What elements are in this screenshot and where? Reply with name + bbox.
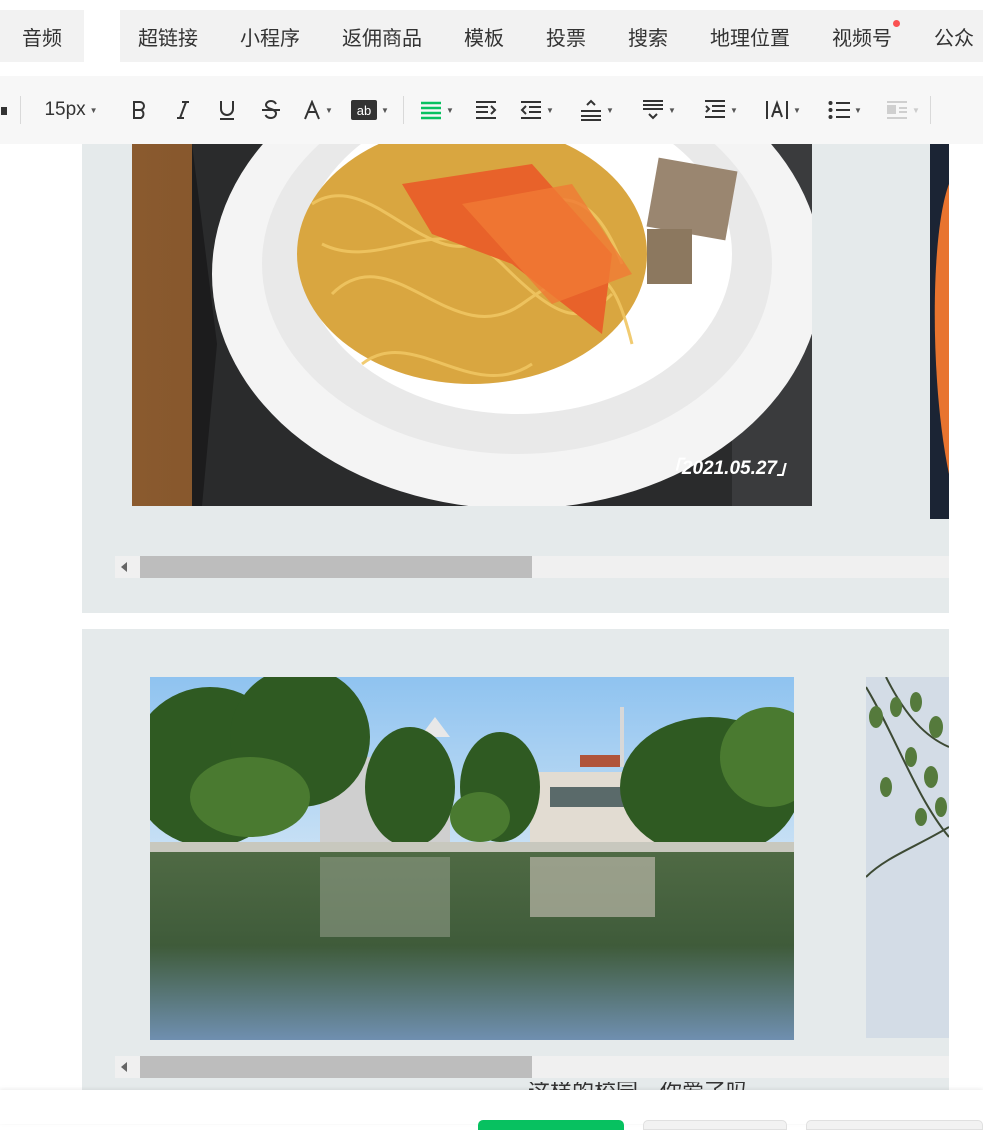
tab-hyperlink[interactable]: 超链接: [138, 22, 198, 51]
align-dropdown[interactable]: ▼: [410, 90, 464, 130]
format-toolbar: 15px ▼ ▼ ab ▼ ▼ ▼ ▼ ▼ ▼ ▼ ▼ ▼: [0, 76, 983, 144]
insert-tabbar: 音频 超链接 小程序 返佣商品 模板 投票 搜索 地理位置 视频号 公众: [0, 0, 983, 72]
tab-audio[interactable]: 音频: [0, 10, 84, 62]
chevron-down-icon: ▼: [912, 105, 920, 115]
scrollbar-thumb[interactable]: [140, 556, 532, 578]
underline-icon[interactable]: [205, 90, 249, 130]
list-dropdown[interactable]: ▼: [814, 90, 876, 130]
tab-search[interactable]: 搜索: [628, 22, 668, 51]
line-height-dropdown[interactable]: ▼: [690, 90, 752, 130]
image-carousel-2: [82, 629, 949, 1090]
toolbar-divider: [930, 96, 931, 124]
toolbar-divider: [20, 96, 21, 124]
tab-commission-product[interactable]: 返佣商品: [342, 22, 422, 51]
photo-campus-lake: [150, 677, 794, 1040]
float-dropdown: ▼: [876, 90, 930, 130]
outdent-icon: [520, 101, 542, 119]
chevron-down-icon: ▼: [89, 105, 98, 115]
letter-spacing-icon: [766, 100, 789, 119]
chevron-down-icon: ▼: [606, 105, 614, 115]
tab-channels-label: 视频号: [832, 27, 892, 50]
indent-icon[interactable]: [464, 90, 508, 130]
scroll-left-arrow-icon[interactable]: [121, 562, 127, 572]
preview-button[interactable]: [643, 1120, 787, 1130]
tab-channels[interactable]: 视频号: [832, 19, 900, 51]
bottom-action-bar: [0, 1090, 983, 1124]
horizontal-scrollbar[interactable]: [115, 556, 949, 578]
scroll-left-arrow-icon[interactable]: [121, 1062, 127, 1072]
font-color-icon: [304, 100, 320, 120]
chevron-down-icon: ▼: [325, 105, 333, 115]
photo-partial-right: [930, 144, 949, 519]
save-draft-button[interactable]: [806, 1120, 983, 1130]
font-color-dropdown[interactable]: ▼: [293, 90, 343, 130]
tab-vote[interactable]: 投票: [546, 22, 586, 51]
photo-date-stamp: 「2021.05.27」: [662, 458, 796, 479]
chevron-down-icon: ▼: [730, 105, 738, 115]
background-color-icon: ab: [351, 100, 378, 120]
chevron-down-icon: ▼: [546, 105, 554, 115]
svg-text:ab: ab: [357, 103, 371, 118]
image-float-icon: [887, 101, 908, 119]
photo-partial-branches: [866, 677, 949, 1038]
toolbar-divider: [403, 96, 404, 124]
insert-tab-group: 超链接 小程序 返佣商品 模板 投票 搜索 地理位置 视频号 公众: [120, 10, 983, 62]
format-painter-icon[interactable]: [0, 90, 10, 130]
line-height-icon: [705, 100, 726, 118]
chevron-down-icon: ▼: [854, 105, 862, 115]
new-dot-badge: [893, 19, 900, 27]
letter-spacing-dropdown[interactable]: ▼: [752, 90, 814, 130]
spacing-before-dropdown[interactable]: ▼: [566, 90, 628, 130]
spacing-after-dropdown[interactable]: ▼: [628, 90, 690, 130]
outdent-dropdown[interactable]: ▼: [508, 90, 566, 130]
publish-button[interactable]: [478, 1120, 624, 1130]
bold-icon[interactable]: [117, 90, 161, 130]
tab-mini-program[interactable]: 小程序: [240, 22, 300, 51]
chevron-down-icon: ▼: [381, 105, 389, 115]
align-justify-icon: [421, 101, 442, 120]
font-size-value: 15px: [44, 99, 86, 120]
tab-location[interactable]: 地理位置: [710, 22, 790, 51]
chevron-down-icon: ▼: [793, 105, 801, 115]
strikethrough-icon[interactable]: [249, 90, 293, 130]
image-carousel-1: 「2021.05.27」: [82, 144, 949, 613]
paragraph-spacing-after-icon: [643, 100, 664, 120]
horizontal-scrollbar[interactable]: [115, 1056, 949, 1078]
tab-official-account[interactable]: 公众: [934, 22, 974, 51]
highlight-color-dropdown[interactable]: ab ▼: [343, 90, 397, 130]
font-size-dropdown[interactable]: 15px ▼: [31, 90, 111, 130]
italic-icon[interactable]: [161, 90, 205, 130]
tab-audio-label: 音频: [22, 27, 62, 50]
paragraph-spacing-before-icon: [581, 99, 602, 121]
chevron-down-icon: ▼: [446, 105, 454, 115]
chevron-down-icon: ▼: [668, 105, 676, 115]
bulleted-list-icon: [828, 101, 851, 119]
photo-noodles: 「2021.05.27」: [132, 144, 812, 506]
tab-template[interactable]: 模板: [464, 22, 504, 51]
toolbar-gap: [10, 90, 20, 130]
scrollbar-thumb[interactable]: [140, 1056, 532, 1078]
